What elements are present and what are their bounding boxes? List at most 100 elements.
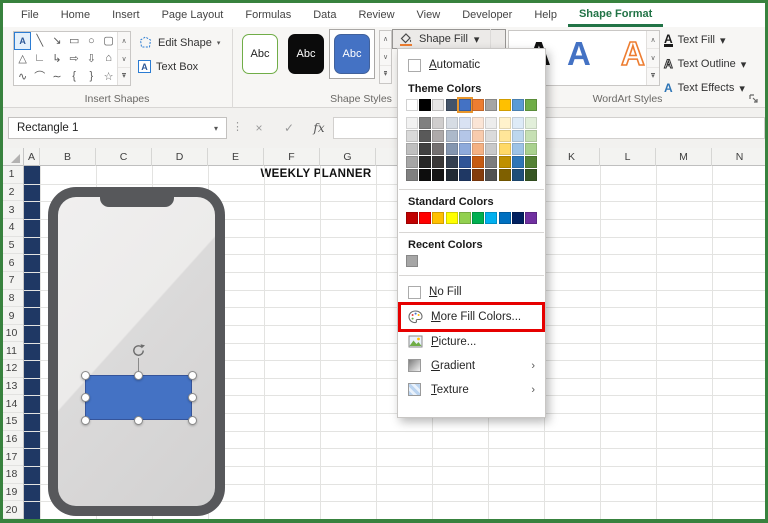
selection-handle[interactable] [81, 416, 90, 425]
variant-color-ffd966[interactable] [499, 143, 511, 155]
shape-star-icon[interactable]: ☆ [100, 67, 117, 85]
variant-color-9dc3e6[interactable] [512, 143, 524, 155]
shape-fill-button[interactable]: Shape Fill ▾ [392, 29, 506, 49]
selection-handle[interactable] [81, 393, 90, 402]
variant-color-843c0c[interactable] [472, 169, 484, 181]
standard-color-0070c0[interactable] [499, 212, 511, 224]
row-header-11[interactable]: 11 [0, 343, 23, 361]
row-header-6[interactable]: 6 [0, 254, 23, 272]
row-header-20[interactable]: 20 [0, 501, 23, 519]
variant-color-1f4e79[interactable] [512, 169, 524, 181]
selection-handle[interactable] [188, 393, 197, 402]
theme-color-e7e6e6[interactable] [432, 99, 444, 111]
text-fill-button[interactable]: A Text Fill ▾ [664, 30, 725, 50]
tab-file[interactable]: File [10, 3, 50, 27]
variant-color-8eaadb[interactable] [459, 143, 471, 155]
theme-color-5b9bd5[interactable] [512, 99, 524, 111]
variant-color-757171[interactable] [432, 143, 444, 155]
tab-view[interactable]: View [406, 3, 452, 27]
variant-color-f4b183[interactable] [472, 143, 484, 155]
column-header-n[interactable]: N [712, 148, 768, 166]
variant-color-f2f2f2[interactable] [406, 117, 418, 129]
shape-right-brace-icon[interactable]: } [83, 67, 100, 85]
theme-color-ffffff[interactable] [406, 99, 418, 111]
variant-color-c55a11[interactable] [472, 156, 484, 168]
shape-rounded-rectangle-icon[interactable]: ▢ [100, 32, 117, 50]
standard-color-002060[interactable] [512, 212, 524, 224]
standard-color-00b0f0[interactable] [485, 212, 497, 224]
variant-color-2e75b6[interactable] [512, 156, 524, 168]
variant-color-a6a6a6[interactable] [406, 156, 418, 168]
tab-developer[interactable]: Developer [451, 3, 523, 27]
theme-color-4472c4[interactable] [459, 99, 471, 111]
column-header-l[interactable]: L [600, 148, 656, 166]
column-header-a[interactable]: A [24, 148, 40, 166]
shape-curve-icon[interactable]: ∼ [48, 67, 65, 85]
gallery-up-icon[interactable]: ∧ [118, 32, 130, 50]
row-header-2[interactable]: 2 [0, 184, 23, 202]
variant-color-595959[interactable] [419, 130, 431, 142]
column-header-k[interactable]: K [544, 148, 600, 166]
variant-color-262626[interactable] [419, 156, 431, 168]
row-header-4[interactable]: 4 [0, 219, 23, 237]
variant-color-f8cbad[interactable] [472, 130, 484, 142]
menu-item-more-fill-colors[interactable]: More Fill Colors... [398, 304, 545, 330]
column-header-f[interactable]: F [264, 148, 320, 166]
variant-color-fff2cc[interactable] [499, 117, 511, 129]
tab-review[interactable]: Review [347, 3, 405, 27]
wordart-scroll[interactable]: ∧ ∨ ▾ [646, 31, 659, 85]
theme-color-70ad47[interactable] [525, 99, 537, 111]
shape-scribble-icon[interactable]: ∿ [14, 67, 31, 85]
wordart-up-icon[interactable]: ∧ [647, 31, 659, 49]
row-header-19[interactable]: 19 [0, 484, 23, 502]
shape-rectangle-icon[interactable]: ▭ [66, 32, 83, 50]
standard-color-c00000[interactable] [406, 212, 418, 224]
shape-elbow-arrow-icon[interactable]: ↳ [48, 50, 65, 68]
shape-line-icon[interactable]: ╲ [31, 32, 48, 50]
variant-color-d9e2f3[interactable] [459, 117, 471, 129]
row-header-13[interactable]: 13 [0, 378, 23, 396]
tab-insert[interactable]: Insert [101, 3, 151, 27]
variant-color-222b35[interactable] [446, 169, 458, 181]
theme-color-44546a[interactable] [446, 99, 458, 111]
shape-down-arrow-icon[interactable]: ⇩ [83, 50, 100, 68]
menu-item-automatic[interactable]: Automatic [398, 53, 545, 77]
styles-up-icon[interactable]: ∧ [380, 31, 391, 49]
menu-item-gradient[interactable]: Gradient › [398, 354, 545, 378]
variant-color-bfbfbf[interactable] [406, 143, 418, 155]
shape-right-arrow-icon[interactable]: ⇨ [66, 50, 83, 68]
tab-shape-format[interactable]: Shape Format [568, 3, 663, 27]
shape-arrow-icon[interactable]: ↘ [48, 32, 65, 50]
row-header-9[interactable]: 9 [0, 307, 23, 325]
variant-color-bf9000[interactable] [499, 156, 511, 168]
shape-arc-icon[interactable]: ⌒ [31, 67, 48, 85]
variant-color-deebf7[interactable] [512, 117, 524, 129]
shape-style-preset-blue-selected[interactable]: Abc [334, 34, 370, 74]
column-header-g[interactable]: G [320, 148, 376, 166]
variant-color-a9d18e[interactable] [525, 143, 537, 155]
formula-bar-grip[interactable]: ⋮ [232, 120, 243, 133]
row-header-14[interactable]: 14 [0, 395, 23, 413]
tab-data[interactable]: Data [302, 3, 347, 27]
dialog-launcher-icon[interactable] [748, 93, 760, 105]
tab-help[interactable]: Help [523, 3, 568, 27]
menu-item-picture[interactable]: Picture... [398, 330, 545, 354]
gallery-more-icon[interactable]: ▾ [118, 68, 130, 85]
standard-color-ffc000[interactable] [432, 212, 444, 224]
tab-home[interactable]: Home [50, 3, 101, 27]
variant-color-ededed[interactable] [485, 117, 497, 129]
shape-triangle-icon[interactable]: △ [14, 50, 31, 68]
selection-handle[interactable] [134, 416, 143, 425]
row-header-8[interactable]: 8 [0, 290, 23, 308]
variant-color-1f3864[interactable] [459, 169, 471, 181]
tab-page-layout[interactable]: Page Layout [151, 3, 235, 27]
styles-down-icon[interactable]: ∨ [380, 49, 391, 67]
column-header-c[interactable]: C [96, 148, 152, 166]
variant-color-d9d9d9[interactable] [406, 130, 418, 142]
wordart-style-orange-outline[interactable]: A [621, 35, 645, 73]
sheet-cells[interactable]: WEEKLY PLANNER [24, 166, 768, 519]
menu-item-no-fill[interactable]: No Fill [398, 280, 545, 304]
row-header-10[interactable]: 10 [0, 325, 23, 343]
name-box[interactable]: Rectangle 1 ▾ [8, 117, 227, 139]
shape-style-preset-black[interactable]: Abc [288, 34, 324, 74]
